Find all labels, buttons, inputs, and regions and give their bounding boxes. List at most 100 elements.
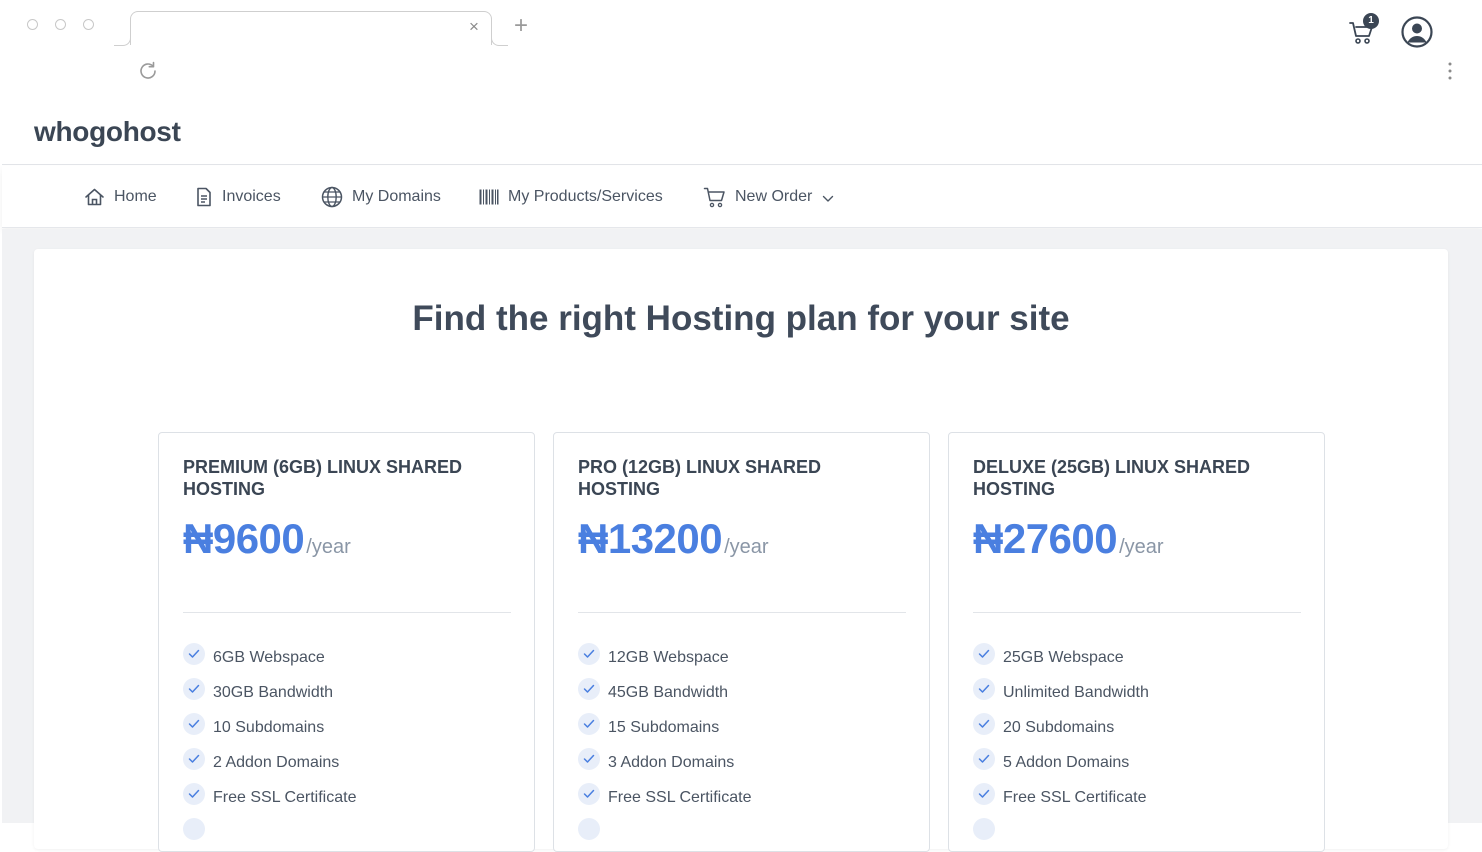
feature-item-partial <box>183 815 356 850</box>
nav-item-my-domains[interactable]: My Domains <box>321 184 441 210</box>
feature-label: 20 Subdomains <box>1003 718 1115 736</box>
check-icon <box>183 642 205 665</box>
nav-label-new-order: New Order <box>735 188 813 205</box>
divider <box>973 612 1301 613</box>
price-period: /year <box>306 536 351 558</box>
price-period: /year <box>724 536 769 558</box>
check-icon <box>183 782 205 805</box>
tab-edge-left <box>114 34 131 46</box>
cart-icon <box>703 187 725 208</box>
new-tab-icon[interactable]: + <box>514 12 528 40</box>
check-icon <box>183 817 205 840</box>
nav-item-invoices[interactable]: Invoices <box>195 184 281 210</box>
user-account-icon[interactable] <box>1400 15 1434 49</box>
check-icon <box>973 817 995 840</box>
feature-item: 15 Subdomains <box>578 710 751 745</box>
check-icon <box>973 712 995 735</box>
site-header: whogohost <box>2 100 1482 165</box>
browser-tab[interactable] <box>130 11 492 45</box>
chevron-down-icon <box>823 195 834 202</box>
feature-item: 25GB Webspace <box>973 640 1149 675</box>
price-amount: ₦13200 <box>578 515 723 562</box>
check-icon <box>973 642 995 665</box>
feature-item: 2 Addon Domains <box>183 745 356 780</box>
feature-label: Free SSL Certificate <box>608 788 752 806</box>
feature-label: Free SSL Certificate <box>1003 788 1147 806</box>
feature-item: 5 Addon Domains <box>973 745 1149 780</box>
home-icon <box>85 188 104 206</box>
feature-list: 25GB Webspace Unlimited Bandwidth 20 Sub… <box>973 640 1149 850</box>
divider <box>578 612 906 613</box>
tab-edge-right <box>491 34 508 46</box>
browser-chrome: × + <box>0 0 1482 100</box>
browser-menu-icon[interactable] <box>1446 61 1454 81</box>
check-icon <box>183 712 205 735</box>
barcode-icon <box>479 189 499 205</box>
feature-item: Free SSL Certificate <box>578 780 751 815</box>
plan-price: ₦27600 /year <box>973 515 1164 563</box>
check-icon <box>578 747 600 770</box>
feature-label: 15 Subdomains <box>608 718 720 736</box>
cart-count-badge: 1 <box>1363 13 1379 29</box>
divider <box>183 612 511 613</box>
feature-label: 25GB Webspace <box>1003 648 1124 666</box>
feature-item: Free SSL Certificate <box>973 780 1149 815</box>
nav-label-my-domains: My Domains <box>352 188 441 205</box>
check-icon <box>578 677 600 700</box>
feature-label: Free SSL Certificate <box>213 788 357 806</box>
check-icon <box>578 642 600 665</box>
feature-label: 2 Addon Domains <box>213 753 340 771</box>
nav-item-my-products[interactable]: My Products/Services <box>479 184 663 210</box>
check-icon <box>973 747 995 770</box>
feature-item: 6GB Webspace <box>183 640 356 675</box>
feature-item: 10 Subdomains <box>183 710 356 745</box>
plan-card-pro: PRO (12GB) LINUX SHARED HOSTING ₦13200 /… <box>553 432 930 852</box>
feature-label: 10 Subdomains <box>213 718 325 736</box>
feature-item-partial <box>973 815 1149 850</box>
feature-item: Unlimited Bandwidth <box>973 675 1149 710</box>
nav-item-home[interactable]: Home <box>84 184 157 210</box>
plan-card-premium: PREMIUM (6GB) LINUX SHARED HOSTING ₦9600… <box>158 432 535 852</box>
feature-item: 3 Addon Domains <box>578 745 751 780</box>
feature-item: 30GB Bandwidth <box>183 675 356 710</box>
feature-list: 6GB Webspace 30GB Bandwidth 10 Subdomain… <box>183 640 356 850</box>
invoice-icon <box>197 187 211 207</box>
feature-item: 45GB Bandwidth <box>578 675 751 710</box>
check-icon <box>578 817 600 840</box>
feature-list: 12GB Webspace 45GB Bandwidth 15 Subdomai… <box>578 640 751 850</box>
page-title: Find the right Hosting plan for your sit… <box>412 299 1070 338</box>
nav-item-new-order[interactable]: New Order <box>703 184 834 210</box>
feature-item: 20 Subdomains <box>973 710 1149 745</box>
reload-icon[interactable] <box>136 59 160 83</box>
plan-price: ₦13200 /year <box>578 515 769 563</box>
nav-label-my-products: My Products/Services <box>508 188 663 205</box>
window-close-control[interactable] <box>27 19 38 30</box>
plan-name: DELUXE (25GB) LINUX SHARED HOSTING <box>973 457 1251 499</box>
window-minimize-control[interactable] <box>55 19 66 30</box>
check-icon <box>578 712 600 735</box>
window-maximize-control[interactable] <box>83 19 94 30</box>
plan-price: ₦9600 /year <box>183 515 351 563</box>
plan-card-deluxe: DELUXE (25GB) LINUX SHARED HOSTING ₦2760… <box>948 432 1325 852</box>
feature-label: 5 Addon Domains <box>1003 753 1130 771</box>
price-period: /year <box>1119 536 1164 558</box>
feature-label: 12GB Webspace <box>608 648 729 666</box>
price-amount: ₦9600 <box>183 515 305 562</box>
feature-label: 6GB Webspace <box>213 648 325 666</box>
main-nav: Home Invoices My Domains My Products/Ser… <box>2 166 1482 228</box>
nav-label-home: Home <box>114 188 157 205</box>
feature-label: 3 Addon Domains <box>608 753 735 771</box>
price-amount: ₦27600 <box>973 515 1118 562</box>
check-icon <box>183 677 205 700</box>
check-icon <box>183 747 205 770</box>
check-icon <box>973 677 995 700</box>
plan-name: PRO (12GB) LINUX SHARED HOSTING <box>578 457 822 499</box>
feature-label: 30GB Bandwidth <box>213 683 334 701</box>
tab-close-icon[interactable]: × <box>469 17 479 37</box>
site-logo[interactable]: whogohost <box>34 116 181 148</box>
plan-name: PREMIUM (6GB) LINUX SHARED HOSTING <box>183 457 463 499</box>
globe-icon <box>321 186 343 208</box>
feature-label: 45GB Bandwidth <box>608 683 729 701</box>
feature-label: Unlimited Bandwidth <box>1003 683 1149 701</box>
feature-item: Free SSL Certificate <box>183 780 356 815</box>
